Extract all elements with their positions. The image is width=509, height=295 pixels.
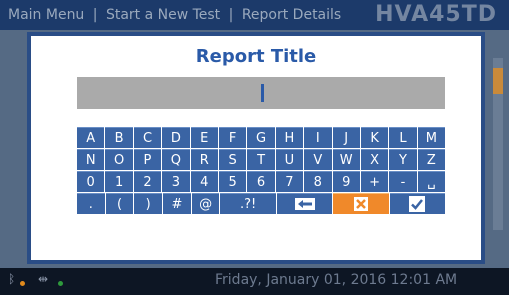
breadcrumb-main-menu[interactable]: Main Menu [8,7,84,23]
bluetooth-icon: ᛒ [8,272,16,286]
key-e[interactable]: E [190,127,218,148]
keyboard-row-letters-n-z: N O P Q R S T U V W X Y Z [77,149,446,170]
key-1[interactable]: 1 [105,171,133,192]
key-hash[interactable]: # [163,193,191,214]
scrollbar-thumb[interactable] [493,68,503,94]
key-q[interactable]: Q [162,149,190,170]
breadcrumb: Main Menu | Start a New Test | Report De… [8,7,345,23]
keyboard-row-numbers: 0 1 2 3 4 5 6 7 8 9 + - ␣ [77,171,446,192]
status-datetime: Friday, January 01, 2016 12:01 AM [215,272,458,288]
report-title-input[interactable] [77,77,445,109]
breadcrumb-separator: | [228,7,234,23]
key-p[interactable]: P [133,149,162,170]
key-u[interactable]: U [275,149,304,170]
key-close-paren[interactable]: ) [134,193,163,214]
key-open-paren[interactable]: ( [105,193,134,214]
key-o[interactable]: O [105,149,133,170]
backspace-arrow-icon [294,197,316,211]
key-r[interactable]: R [190,149,218,170]
key-minus[interactable]: - [389,171,417,192]
key-0[interactable]: 0 [77,171,105,192]
key-k[interactable]: K [360,127,389,148]
key-b[interactable]: B [105,127,133,148]
key-d[interactable]: D [162,127,190,148]
key-i[interactable]: I [304,127,332,148]
key-7[interactable]: 7 [275,171,304,192]
model-name: HVA45TD [375,2,497,27]
key-y[interactable]: Y [389,149,417,170]
key-j[interactable]: J [332,127,360,148]
key-v[interactable]: V [304,149,332,170]
key-l[interactable]: L [389,127,417,148]
text-caret [261,84,264,102]
report-title-dialog: Report Title A B C D E F G H I J K L M N… [27,32,485,264]
enter-button[interactable] [389,193,445,214]
clear-button[interactable] [333,193,389,214]
breadcrumb-report-details[interactable]: Report Details [242,7,341,23]
dialog-title: Report Title [195,46,317,67]
key-4[interactable]: 4 [190,171,218,192]
breadcrumb-start-new-test[interactable]: Start a New Test [106,7,220,23]
top-bar: Main Menu | Start a New Test | Report De… [0,0,509,30]
key-m[interactable]: M [417,127,446,148]
key-x[interactable]: X [360,149,389,170]
usb-status-dot [58,281,63,286]
breadcrumb-separator: | [92,7,98,23]
key-period[interactable]: . [77,193,105,214]
key-s[interactable]: S [218,149,247,170]
backspace-button[interactable] [276,193,333,214]
key-n[interactable]: N [77,149,105,170]
clear-x-icon [353,197,368,211]
key-h[interactable]: H [275,127,304,148]
usb-icon: ⇹ [38,272,49,286]
key-5[interactable]: 5 [218,171,247,192]
key-punctuation[interactable]: .?! [220,193,276,214]
key-at[interactable]: @ [191,193,220,214]
key-space[interactable]: ␣ [417,171,446,192]
key-plus[interactable]: + [360,171,389,192]
on-screen-keyboard: A B C D E F G H I J K L M N O P Q R S T … [77,127,446,215]
checkmark-icon [409,196,426,212]
key-a[interactable]: A [77,127,105,148]
keyboard-row-symbols: . ( ) # @ .?! [77,193,445,214]
key-z[interactable]: Z [417,149,446,170]
key-t[interactable]: T [247,149,275,170]
key-3[interactable]: 3 [162,171,190,192]
key-f[interactable]: F [218,127,247,148]
key-8[interactable]: 8 [304,171,332,192]
key-g[interactable]: G [247,127,275,148]
bluetooth-status-dot [20,281,25,286]
key-w[interactable]: W [332,149,360,170]
key-6[interactable]: 6 [247,171,275,192]
key-9[interactable]: 9 [332,171,360,192]
key-c[interactable]: C [133,127,162,148]
key-2[interactable]: 2 [133,171,162,192]
keyboard-row-letters-a-m: A B C D E F G H I J K L M [77,127,446,148]
